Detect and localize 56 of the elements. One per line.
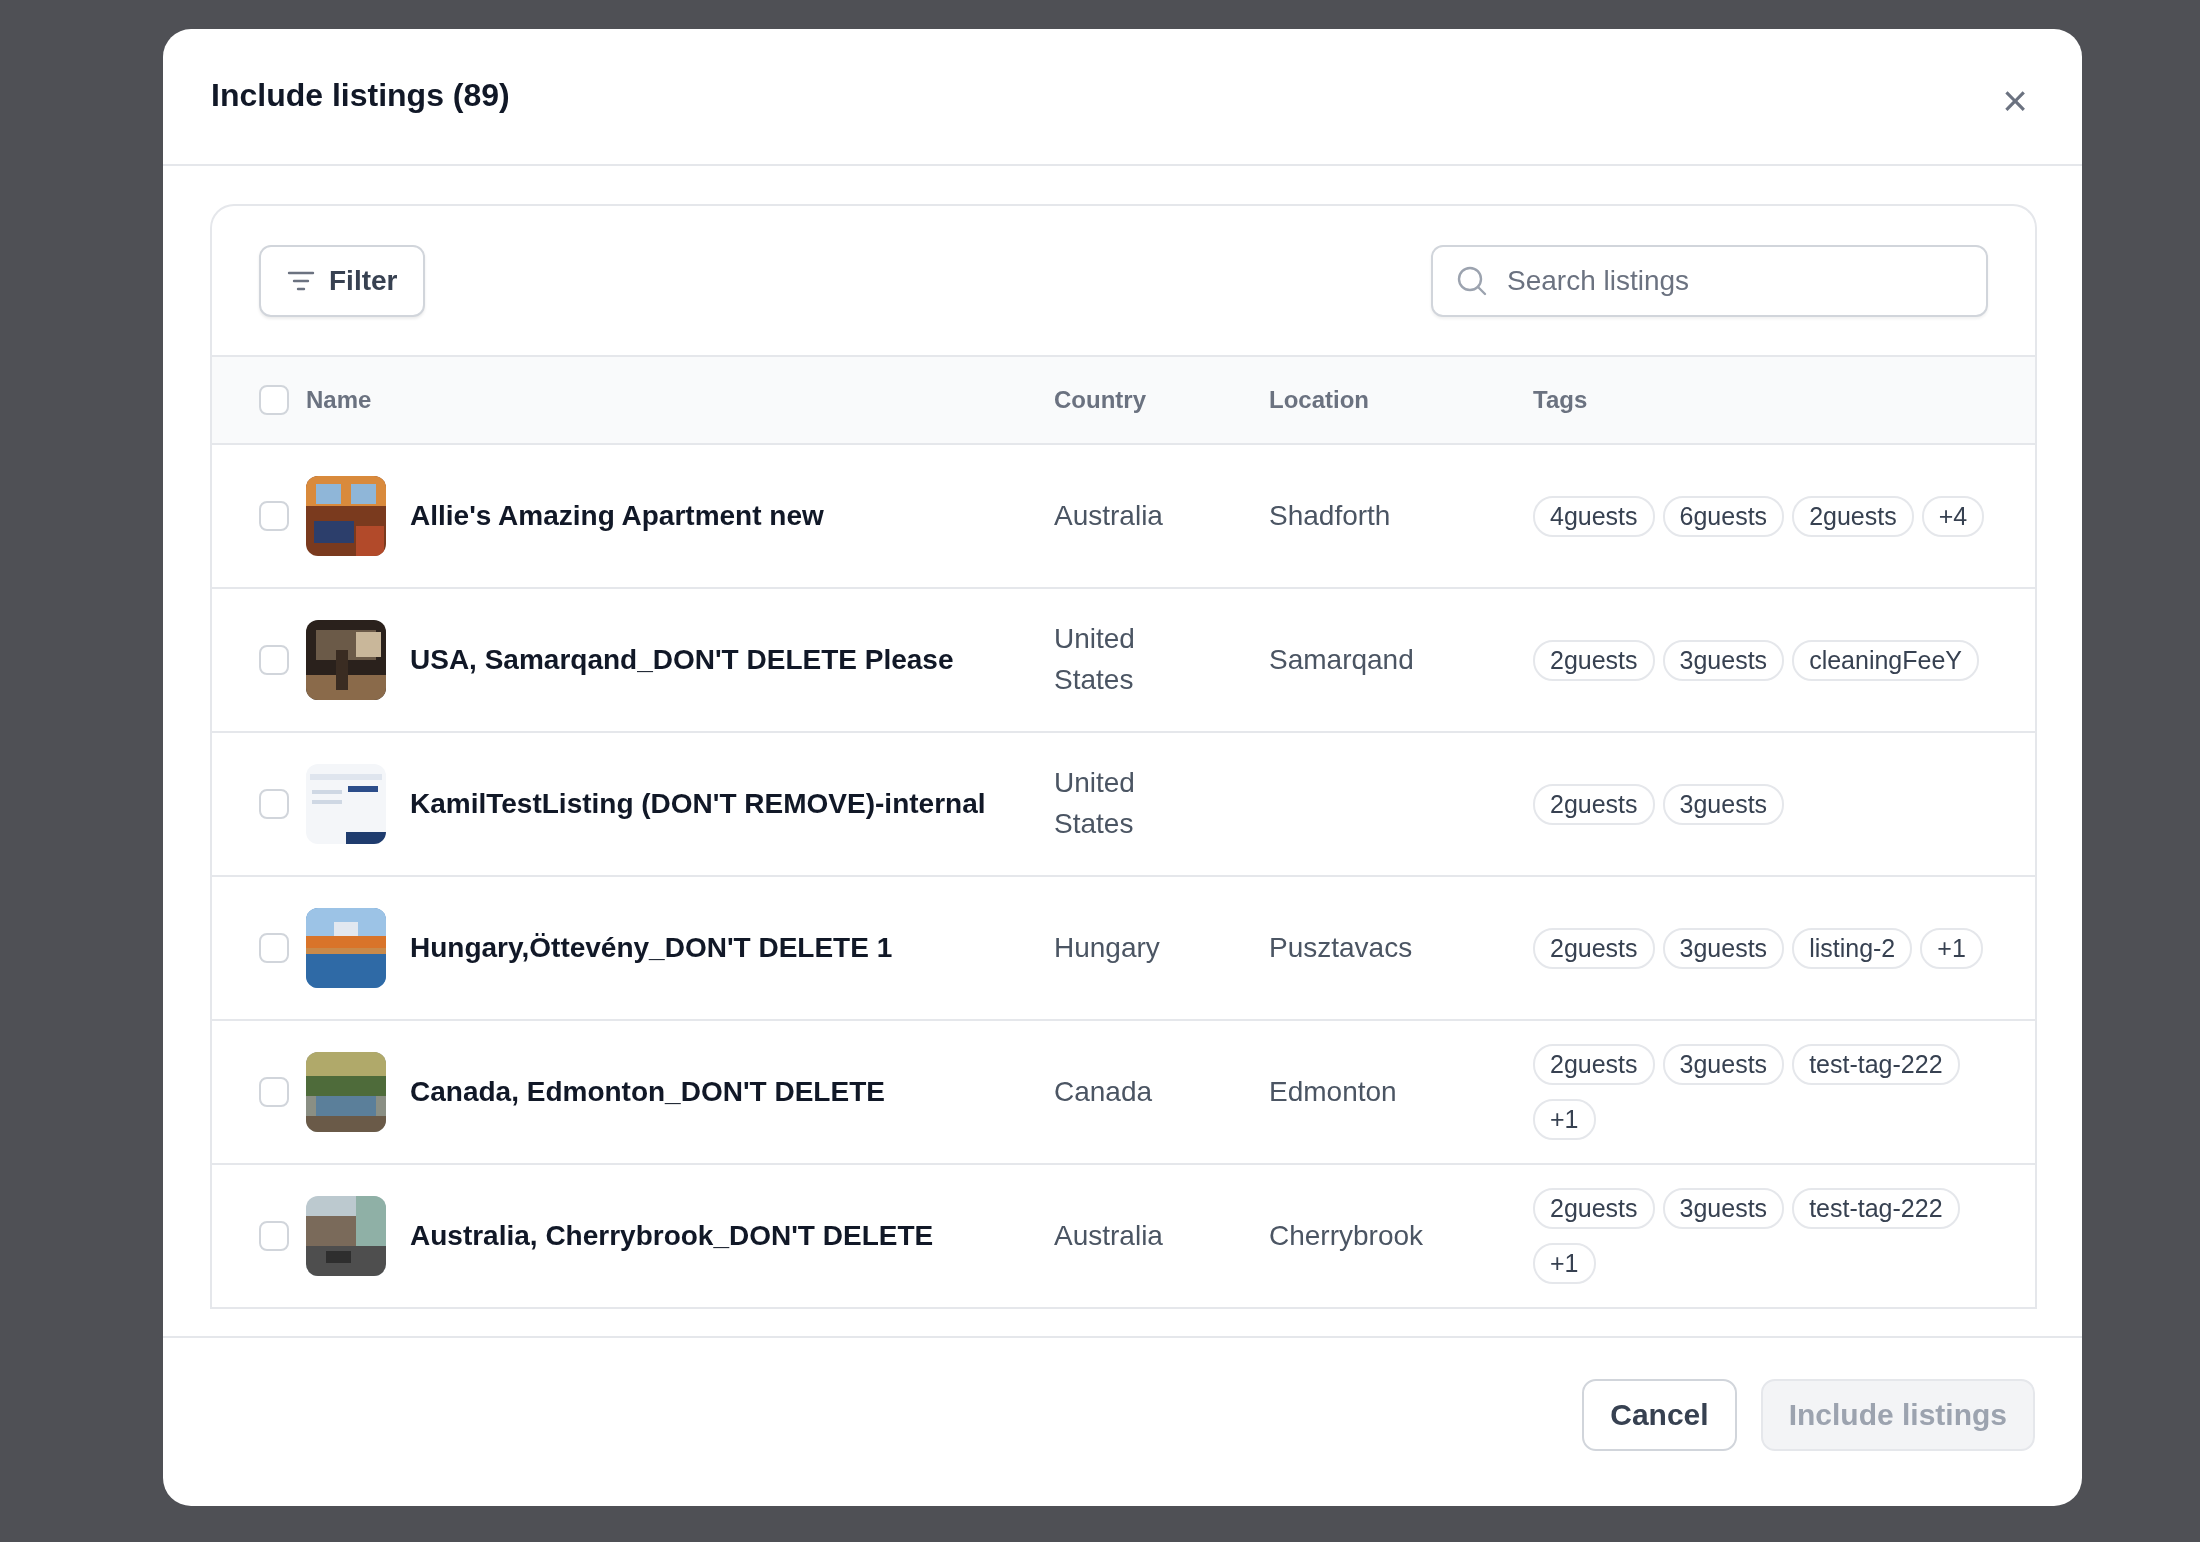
tag: listing-2 bbox=[1792, 927, 1913, 969]
tag: 3guests bbox=[1662, 639, 1785, 681]
tag: 3guests bbox=[1662, 927, 1785, 969]
tag: 2guests bbox=[1533, 1188, 1655, 1229]
tag: 3guests bbox=[1662, 783, 1785, 825]
row-checkbox[interactable] bbox=[259, 501, 289, 531]
location-cell-text: Edmonton bbox=[1269, 1074, 1398, 1109]
tag: 2guests bbox=[1792, 495, 1914, 537]
location-cell-text: Cherrybrook bbox=[1269, 1218, 1425, 1253]
country-cell-text: Hungary bbox=[1054, 930, 1161, 965]
search-field[interactable]: Search listings bbox=[1431, 244, 1988, 317]
country-cell-text: United States bbox=[1054, 766, 1136, 841]
tag: +1 bbox=[1533, 1099, 1596, 1140]
tag: 3guests bbox=[1662, 1044, 1785, 1085]
tag: 2guests bbox=[1533, 1044, 1655, 1085]
row-checkbox[interactable] bbox=[259, 1077, 289, 1107]
tag: 3guests bbox=[1662, 1188, 1785, 1229]
filter-button[interactable]: Filter bbox=[259, 244, 426, 317]
tag: test-tag-222 bbox=[1792, 1044, 1960, 1085]
tag: +1 bbox=[1533, 1243, 1596, 1284]
location-cell-text: Samarqand bbox=[1269, 642, 1415, 677]
tag: +4 bbox=[1921, 495, 1985, 537]
tag: 4guests bbox=[1533, 495, 1655, 537]
row-checkbox[interactable] bbox=[259, 933, 289, 963]
column-header: Location bbox=[1269, 386, 1369, 413]
tag: test-tag-222 bbox=[1792, 1188, 1960, 1229]
column-header: Country bbox=[1054, 386, 1146, 413]
filter-label: Filter bbox=[329, 264, 398, 297]
tag: +1 bbox=[1920, 927, 1983, 969]
dialog-title: Include listings (89) bbox=[211, 77, 510, 114]
tag: 2guests bbox=[1533, 639, 1655, 681]
select-all-checkbox[interactable] bbox=[259, 385, 289, 415]
filter-icon bbox=[287, 269, 315, 292]
row-checkbox[interactable] bbox=[259, 645, 289, 675]
close-button[interactable]: × bbox=[1998, 79, 2032, 123]
listing-name: Allie's Amazing Apartment new bbox=[410, 500, 824, 532]
tag: 6guests bbox=[1662, 495, 1785, 537]
row-checkbox[interactable] bbox=[259, 789, 289, 819]
listing-name: USA, Samarqand_DON'T DELETE Please bbox=[410, 644, 954, 676]
country-cell-text: United States bbox=[1054, 622, 1136, 697]
row-checkbox[interactable] bbox=[259, 1221, 289, 1251]
location-cell-text: Shadforth bbox=[1269, 498, 1392, 533]
listing-name: Australia, Cherrybrook_DON'T DELETE bbox=[410, 1220, 934, 1252]
listing-name: KamilTestListing (DON'T REMOVE)-internal bbox=[410, 788, 986, 820]
column-header: Name bbox=[306, 386, 372, 414]
column-header: Tags bbox=[1533, 386, 1588, 413]
tag: 2guests bbox=[1533, 783, 1655, 825]
listing-name: Canada, Edmonton_DON'T DELETE bbox=[410, 1076, 885, 1108]
tag: cleaningFeeY bbox=[1792, 639, 1979, 681]
tag: 2guests bbox=[1533, 927, 1655, 969]
location-cell-text: Pusztavacs bbox=[1269, 930, 1414, 965]
cancel-button[interactable]: Cancel bbox=[1582, 1379, 1737, 1451]
country-cell-text: Australia bbox=[1054, 1218, 1164, 1253]
listing-name: Hungary,Öttevény_DON'T DELETE 1 bbox=[410, 932, 893, 964]
country-cell-text: Australia bbox=[1054, 498, 1164, 533]
country-cell-text: Canada bbox=[1054, 1074, 1154, 1109]
